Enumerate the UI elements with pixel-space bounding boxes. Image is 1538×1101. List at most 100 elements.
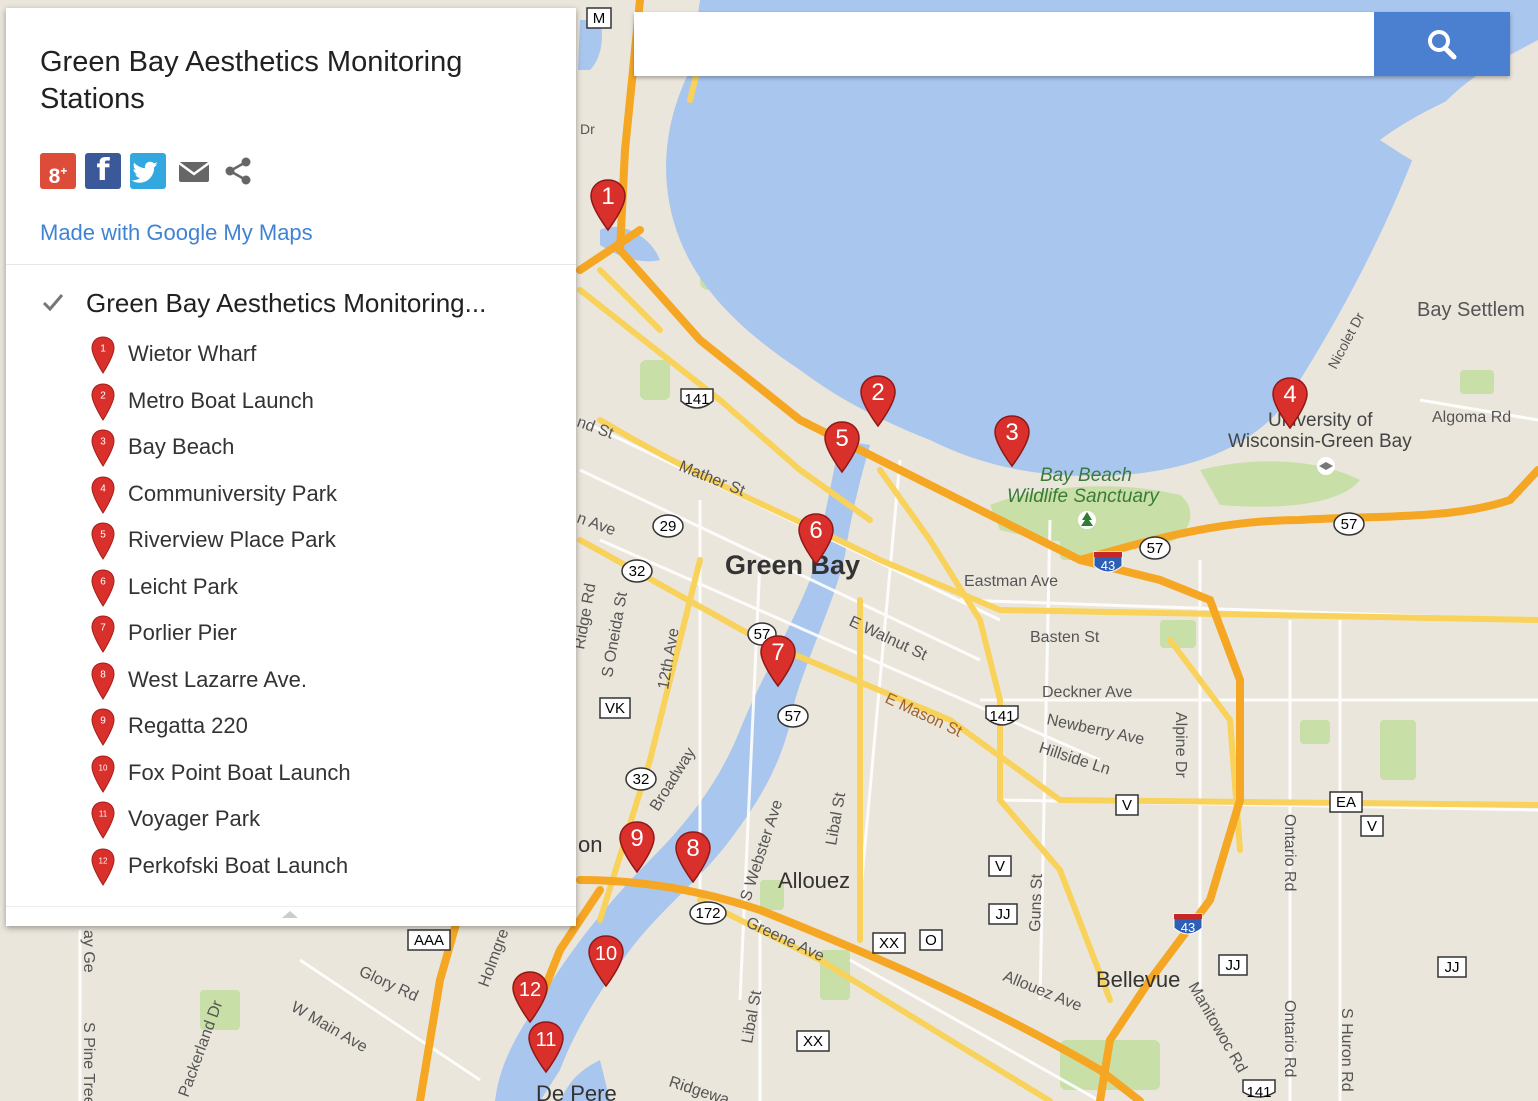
map-pin-icon: 6 [91,568,115,607]
map-pin-icon: 5 [91,522,115,560]
city-label: Bellevue [1096,967,1180,992]
street-label: S Pine Tree [80,1022,97,1101]
station-name: Metro Boat Launch [128,387,314,413]
map-pin-icon: 9 [91,708,115,746]
svg-text:JJ: JJ [1226,957,1241,974]
list-item[interactable]: 11 Voyager Park [90,801,510,839]
city-label: on [578,832,602,857]
svg-text:10: 10 [99,763,108,772]
facebook-icon[interactable]: f [85,153,121,189]
search-button[interactable] [1374,12,1510,76]
shield-county: M [586,7,612,29]
station-name: Riverview Place Park [128,527,336,552]
layer-checkbox[interactable] [40,290,66,316]
shield-wi32: 32 [621,559,653,583]
street-label: Basten St [1030,629,1100,646]
street-label: ay Ge [80,930,97,973]
marker-number: 5 [835,425,848,452]
shield-county: V [1115,794,1139,816]
marker-number: 9 [630,825,643,852]
list-item[interactable]: 10 Fox Point Boat Launch [90,754,510,793]
shield-wi29: 29 [652,514,684,538]
street-label: Guns St [1027,873,1046,932]
svg-text:43: 43 [1101,558,1115,573]
marker-number: 1 [601,183,614,210]
street-label: Alpine Dr [1172,712,1189,778]
marker-number: 6 [809,517,822,544]
list-item[interactable]: 8 West Lazarre Ave. [90,661,510,700]
shield-wi57: 57 [1139,536,1171,560]
campus-icon [1317,457,1335,475]
street-label: Eastman Ave [964,573,1058,590]
svg-text:9: 9 [100,716,106,727]
list-item[interactable]: 9 Regatta 220 [90,708,510,746]
list-item[interactable]: 1 Wietor Wharf [90,336,510,374]
map-pin-icon: 2 [91,382,115,421]
svg-text:AAA: AAA [414,932,444,949]
street-label: Dr [580,121,595,137]
svg-text:M: M [593,10,606,27]
park-label: Bay Beach [1040,465,1132,486]
shield-county: JJ [1218,954,1248,976]
shield-county: AAA [407,929,451,951]
svg-text:141: 141 [989,708,1014,725]
shield-us141: 141 [680,388,714,409]
svg-text:XX: XX [803,1033,823,1050]
station-name: Fox Point Boat Launch [128,759,351,785]
svg-text:V: V [1122,797,1132,814]
station-name: Wietor Wharf [128,341,257,366]
svg-text:EA: EA [1336,794,1356,811]
svg-text:V: V [1367,818,1377,835]
list-item[interactable]: 4 Communiversity Park [90,475,510,514]
map-title: Green Bay Aesthetics Monitoring Stations [40,46,463,115]
city-label: Allouez [778,868,850,893]
collapse-toggle[interactable] [6,906,576,927]
street-label: Ontario Rd [1281,1000,1298,1077]
station-name: West Lazarre Ave. [128,666,307,692]
svg-text:32: 32 [633,771,650,788]
station-name: Regatta 220 [128,713,248,738]
search-input[interactable] [634,12,1374,76]
svg-text:V: V [995,858,1005,875]
made-with-link[interactable]: Made with Google My Maps [40,220,313,246]
shield-wi32: 32 [625,767,657,791]
svg-text:JJ: JJ [996,906,1011,923]
street-label: Ontario Rd [1281,814,1298,891]
list-item[interactable]: 2 Metro Boat Launch [90,382,510,421]
shield-county: XX [796,1030,830,1052]
twitter-icon[interactable] [130,153,166,189]
legend-panel: Green Bay Aesthetics Monitoring Stations… [6,8,576,926]
city-label: De Pere [536,1081,617,1101]
shield-us141: 141 [1242,1079,1276,1101]
map-pin-icon: 7 [91,615,115,653]
campus-label: Wisconsin-Green Bay [1228,431,1412,452]
list-item[interactable]: 12 Perkofski Boat Launch [90,847,510,886]
list-item[interactable]: 6 Leicht Park [90,568,510,607]
list-item[interactable]: 3 Bay Beach [90,429,510,467]
svg-text:1: 1 [100,344,106,355]
city-label: Bay Settlem [1417,299,1525,321]
svg-text:4: 4 [100,483,106,494]
shield-wi172: 172 [689,901,727,925]
map-pin-icon: 10 [91,754,115,793]
google-plus-icon[interactable]: 8+ [40,153,76,189]
shield-county: JJ [1437,956,1467,978]
svg-text:141: 141 [1246,1084,1271,1101]
layer-title: Green Bay Aesthetics Monitoring... [86,288,487,318]
list-item[interactable]: 5 Riverview Place Park [90,522,510,560]
svg-text:O: O [925,932,937,949]
divider [6,264,576,265]
station-name: Bay Beach [128,434,235,459]
list-item[interactable]: 7 Porlier Pier [90,615,510,653]
share-icon[interactable] [220,153,256,189]
marker-number: 8 [686,835,699,862]
email-icon[interactable] [176,153,212,189]
chevron-up-icon [282,911,298,918]
shield-county: V [988,855,1012,877]
svg-text:172: 172 [695,905,720,922]
marker-number: 7 [771,639,784,666]
station-name: Porlier Pier [128,620,237,645]
svg-text:8: 8 [100,669,106,680]
station-name: Leicht Park [128,573,239,599]
shield-county: XX [872,932,906,954]
